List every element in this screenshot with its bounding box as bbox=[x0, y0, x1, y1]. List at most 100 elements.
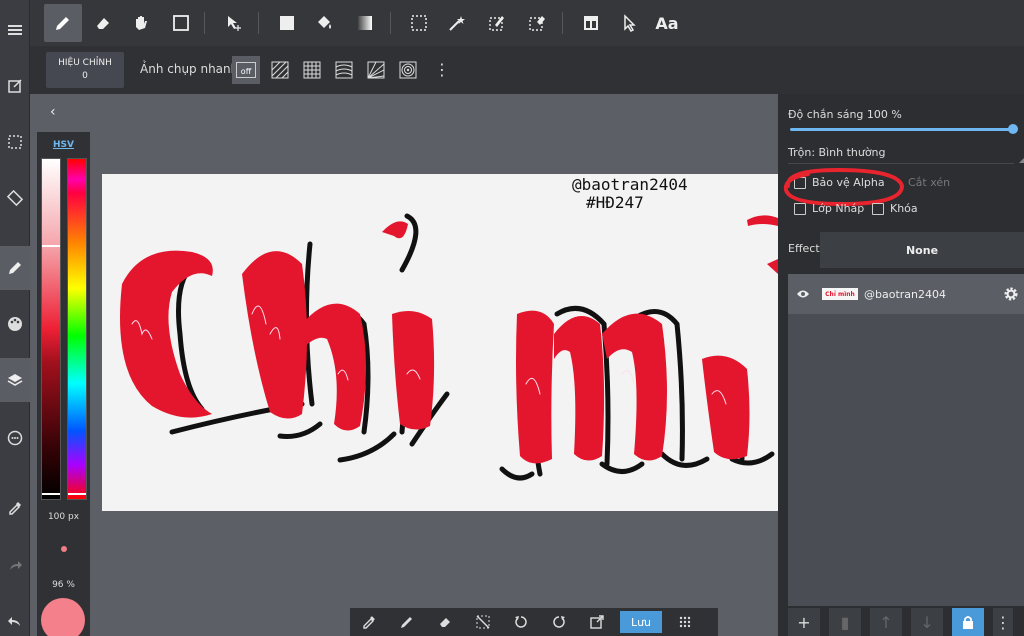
eyedropper-icon bbox=[9, 501, 22, 515]
select-pen-tool[interactable] bbox=[478, 4, 516, 42]
value-marker[interactable] bbox=[42, 245, 60, 247]
hue-slider[interactable] bbox=[67, 158, 87, 500]
layer-opacity-knob[interactable] bbox=[1008, 124, 1018, 134]
brush-size-preview bbox=[61, 546, 67, 552]
lock-layer-button[interactable] bbox=[952, 608, 984, 636]
layer-panel: Độ chắn sáng 100 % Trộn: Bình thường Bảo… bbox=[778, 94, 1024, 636]
more-options-icon[interactable]: ⋮ bbox=[434, 60, 450, 79]
fill-rect-tool[interactable] bbox=[268, 4, 306, 42]
rotate-screen-icon bbox=[6, 189, 24, 207]
move-layer-up-button[interactable]: ↑ bbox=[870, 608, 902, 636]
layer-opacity-slider[interactable] bbox=[790, 128, 1014, 131]
grid-icon bbox=[303, 61, 321, 79]
redo-quick-button[interactable] bbox=[540, 614, 578, 630]
pen-quick-button[interactable] bbox=[388, 614, 426, 630]
color-mode-label[interactable]: HSV bbox=[37, 140, 90, 150]
expand-icon bbox=[590, 615, 604, 629]
select-pen-icon bbox=[489, 16, 504, 31]
layer-item[interactable]: Chỉ mình @baotran2404 bbox=[788, 274, 1024, 314]
collapse-panel-icon[interactable]: ‹ bbox=[50, 104, 56, 120]
snap-parallel-button[interactable] bbox=[266, 56, 294, 84]
move-tool[interactable] bbox=[215, 4, 253, 42]
save-button[interactable]: Lưu bbox=[620, 611, 662, 633]
value-bottom-marker bbox=[42, 493, 60, 495]
edit-button[interactable] bbox=[0, 64, 30, 108]
dashed-select-icon bbox=[8, 135, 22, 149]
menu-button[interactable] bbox=[0, 8, 30, 52]
drawing-canvas[interactable]: @baotran2404 #HĐ247 bbox=[102, 174, 778, 511]
lock-toggle[interactable]: Khóa bbox=[872, 202, 918, 215]
move-layer-down-button[interactable]: ↓ bbox=[911, 608, 943, 636]
redo-button[interactable] bbox=[0, 544, 30, 588]
color-panel: HSV 100 px 96 % bbox=[37, 132, 90, 636]
effect-button[interactable]: None bbox=[820, 232, 1024, 268]
eyedropper-button[interactable] bbox=[0, 486, 30, 530]
magic-wand-tool[interactable] bbox=[438, 4, 476, 42]
undo-button[interactable] bbox=[0, 600, 30, 636]
draft-layer-label: Lớp Nháp bbox=[812, 202, 865, 215]
snap-curve-button[interactable] bbox=[330, 56, 358, 84]
edit-icon bbox=[8, 79, 22, 93]
gradient-tool[interactable] bbox=[346, 4, 384, 42]
value-slider[interactable] bbox=[41, 158, 61, 500]
text-tool[interactable]: Aa bbox=[648, 4, 686, 42]
select-tool[interactable] bbox=[400, 4, 438, 42]
hand-tool[interactable] bbox=[122, 4, 160, 42]
draft-layer-toggle[interactable]: Lớp Nháp bbox=[794, 202, 864, 215]
select-eraser-tool[interactable] bbox=[518, 4, 556, 42]
shape-tool[interactable] bbox=[162, 4, 200, 42]
redo-icon bbox=[10, 561, 22, 570]
current-color-swatch[interactable] bbox=[41, 598, 85, 636]
move-icon bbox=[228, 16, 241, 31]
delete-layer-button[interactable]: ▮ bbox=[829, 608, 861, 636]
canvas-tag-text: #HĐ247 bbox=[586, 193, 644, 212]
hand-icon bbox=[136, 16, 147, 30]
radial-lines-icon bbox=[367, 61, 385, 79]
undo-quick-button[interactable] bbox=[502, 614, 540, 630]
brush-size-label: 100 px bbox=[47, 512, 80, 522]
snap-grid-button[interactable] bbox=[298, 56, 326, 84]
brush-panel-button[interactable] bbox=[0, 246, 30, 290]
layer-name: @baotran2404 bbox=[864, 287, 946, 301]
lock-checkbox[interactable] bbox=[872, 202, 884, 215]
layer-panel-button[interactable] bbox=[0, 358, 30, 402]
more-options-icon: ⋮ bbox=[995, 612, 1011, 632]
grid-menu-button[interactable] bbox=[666, 614, 704, 630]
eraser-quick-button[interactable] bbox=[426, 614, 464, 630]
blend-mode-select[interactable]: Trộn: Bình thường bbox=[788, 146, 1024, 164]
snap-circle-button[interactable] bbox=[394, 56, 422, 84]
layer-more-button[interactable]: ⋮ bbox=[993, 608, 1013, 636]
color-panel-button[interactable] bbox=[0, 302, 30, 346]
correction-button[interactable]: HIỆU CHỈNH 0 bbox=[46, 52, 124, 88]
lettering-artwork: @baotran2404 #HĐ247 bbox=[120, 175, 778, 481]
deselect-button[interactable] bbox=[464, 614, 502, 630]
pen-tool[interactable] bbox=[44, 4, 82, 42]
dashed-select-icon bbox=[411, 15, 427, 31]
eye-icon[interactable] bbox=[788, 289, 818, 299]
redo-icon bbox=[553, 616, 565, 628]
clipping-toggle[interactable]: Cắt xén bbox=[908, 176, 950, 189]
snap-radial-button[interactable] bbox=[362, 56, 390, 84]
layer-list: Chỉ mình @baotran2404 bbox=[788, 274, 1024, 606]
gear-icon[interactable] bbox=[998, 286, 1024, 302]
hue-marker[interactable] bbox=[68, 493, 86, 495]
parallel-lines-icon bbox=[271, 61, 289, 79]
selection-button[interactable] bbox=[0, 120, 30, 164]
draft-layer-checkbox[interactable] bbox=[794, 202, 806, 215]
eyedropper-quick-button[interactable] bbox=[350, 614, 388, 630]
eraser-tool[interactable] bbox=[84, 4, 122, 42]
palette-icon bbox=[8, 317, 22, 331]
add-layer-button[interactable]: + bbox=[788, 608, 820, 636]
eyedropper-icon bbox=[363, 616, 375, 629]
transform-button[interactable] bbox=[578, 614, 616, 630]
bucket-tool[interactable] bbox=[306, 4, 344, 42]
rotate-screen-button[interactable] bbox=[0, 176, 30, 220]
material-button[interactable] bbox=[0, 416, 30, 460]
snap-off-button[interactable]: off bbox=[232, 56, 260, 84]
operation-tool[interactable] bbox=[610, 4, 648, 42]
toolbar-divider bbox=[390, 12, 391, 34]
frame-divider-tool[interactable] bbox=[572, 4, 610, 42]
layers-icon bbox=[7, 374, 23, 386]
magic-wand-icon bbox=[449, 16, 465, 31]
save-label: Lưu bbox=[630, 615, 652, 629]
